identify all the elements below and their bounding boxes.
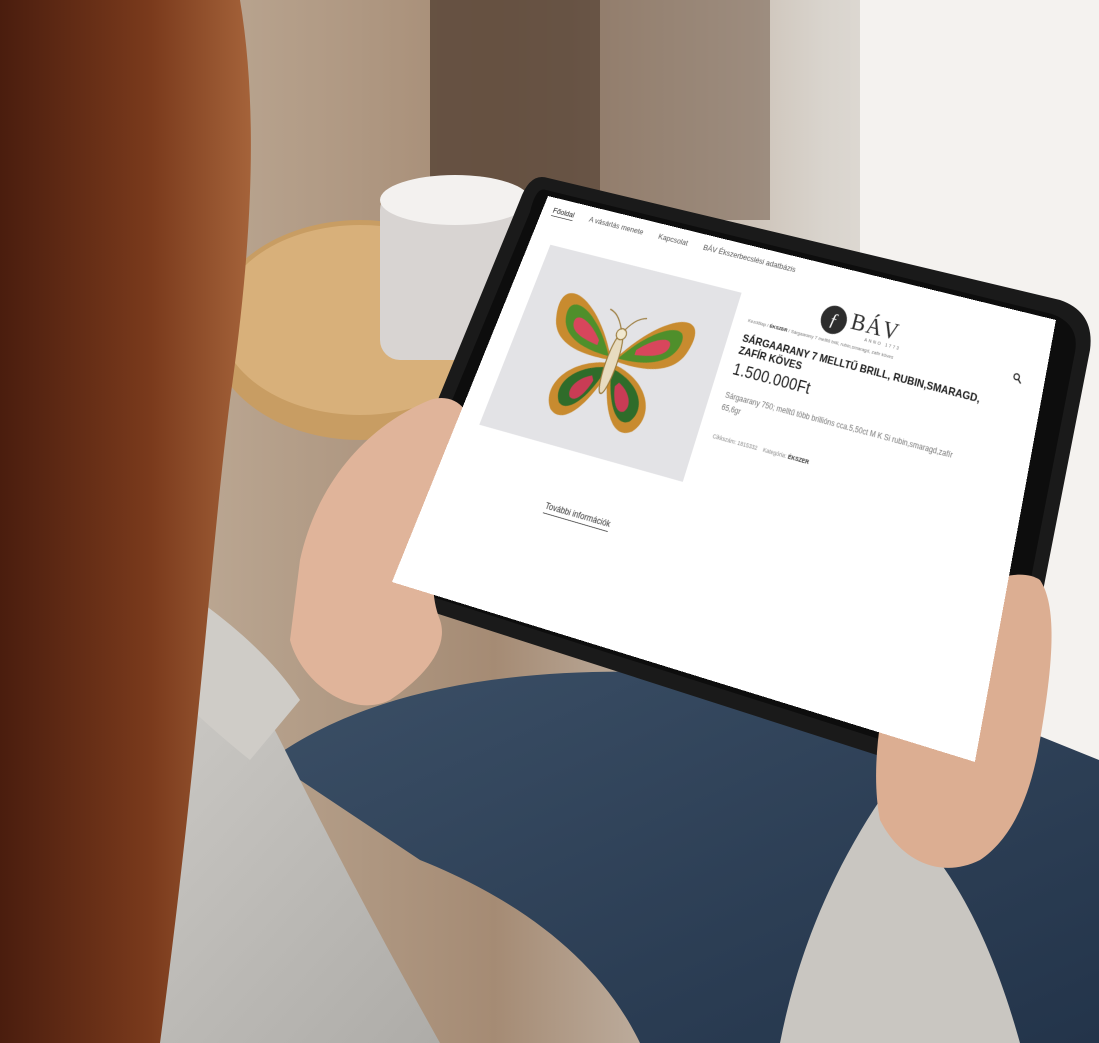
- butterfly-brooch-image: [479, 244, 742, 482]
- logo-mark-icon: ƒ: [817, 302, 851, 337]
- sku-label: Cikkszám:: [711, 432, 738, 446]
- nav-item-how-to-buy[interactable]: A vásárlás menete: [587, 215, 645, 238]
- more-info-tab[interactable]: További információk: [542, 500, 613, 532]
- category-link[interactable]: ÉKSZER: [787, 453, 810, 465]
- product-meta: Cikkszám: 1815332 Kategória: ÉKSZER: [712, 433, 810, 466]
- nav-item-contact[interactable]: Kapcsolat: [657, 232, 689, 249]
- nav-item-home[interactable]: Főoldal: [550, 205, 576, 221]
- breadcrumb-category[interactable]: ÉKSZER: [769, 323, 788, 333]
- product-image[interactable]: [479, 244, 742, 482]
- sku-value: 1815332: [736, 439, 759, 452]
- category-label: Kategória:: [762, 446, 788, 460]
- breadcrumb-home[interactable]: Kezdőlap: [747, 318, 767, 328]
- search-icon[interactable]: [1012, 372, 1023, 384]
